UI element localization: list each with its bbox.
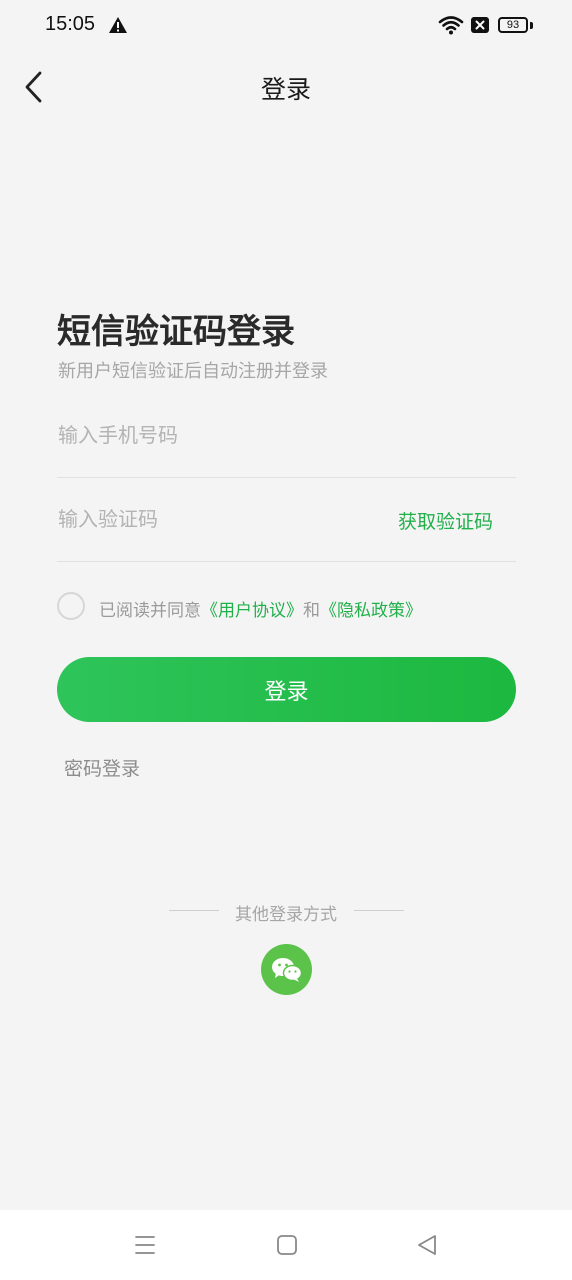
battery-icon: 93 [498,17,528,33]
agreement-text: 已阅读并同意《用户协议》和《隐私政策》 [99,596,422,621]
privacy-policy-link[interactable]: 《隐私政策》 [320,601,422,621]
phone-divider [57,477,516,478]
password-login-link[interactable]: 密码登录 [64,754,140,781]
login-button-label: 登录 [264,679,309,705]
chevron-left-icon[interactable] [18,68,54,106]
get-code-button[interactable]: 获取验证码 [398,507,493,534]
wechat-icon [271,957,302,982]
sim-off-icon [471,17,489,33]
code-divider [57,561,516,562]
phone-input[interactable] [58,418,508,452]
user-agreement-link[interactable]: 《用户协议》 [201,601,303,621]
agreement-checkbox[interactable] [57,592,85,620]
agreement-prefix: 已阅读并同意 [99,601,201,621]
menu-icon[interactable] [134,1234,156,1256]
page-title: 登录 [260,75,311,104]
login-button[interactable]: 登录 [57,657,516,722]
wechat-login-button[interactable] [261,944,312,995]
agreement-and: 和 [303,601,320,621]
back-triangle-icon[interactable] [416,1233,438,1257]
other-login-divider-right [354,910,404,911]
other-login-divider-left [169,910,219,911]
status-time: 15:05 [45,13,96,35]
home-icon[interactable] [276,1234,298,1256]
battery-level: 93 [506,19,520,31]
form-subtitle: 新用户短信验证后自动注册并登录 [58,361,328,382]
battery-tip [530,22,533,29]
other-login-label: 其他登录方式 [235,905,337,925]
form-title: 短信验证码登录 [57,312,295,352]
wifi-icon [438,16,464,35]
code-input[interactable] [58,502,378,536]
warning-icon [109,17,127,33]
